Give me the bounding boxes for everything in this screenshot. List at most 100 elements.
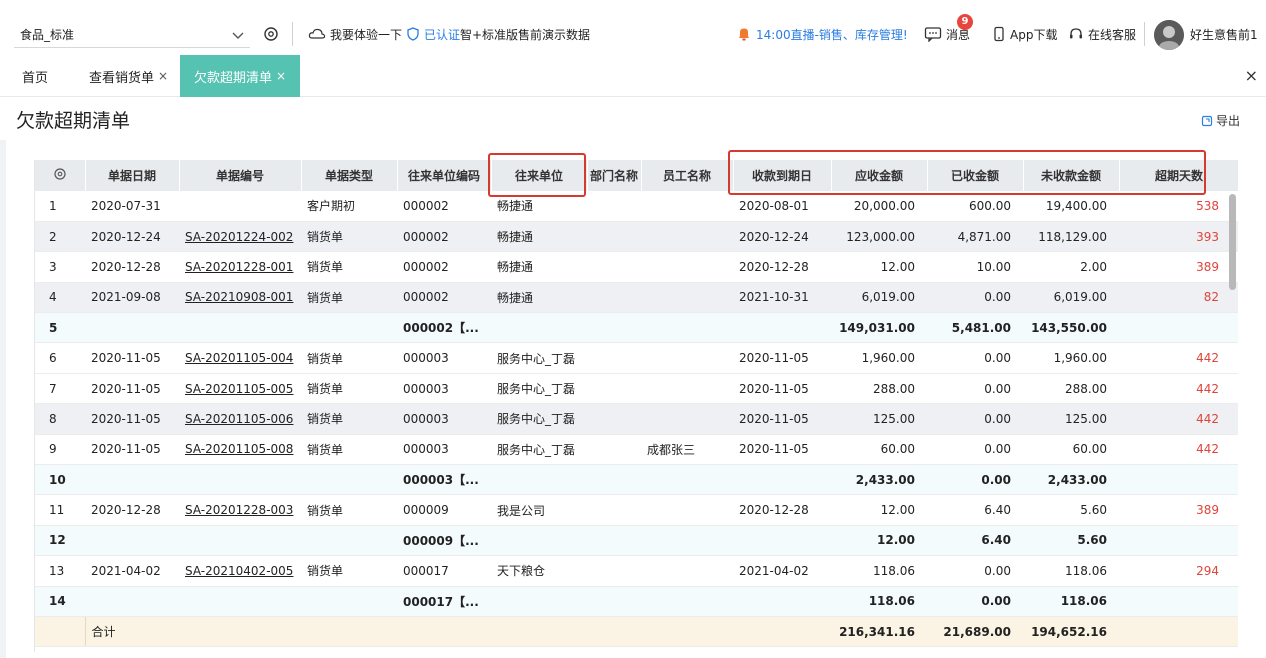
col-emp[interactable]: 员工名称	[641, 160, 734, 191]
tab-label: 首页	[22, 70, 49, 86]
live-notice[interactable]: 14:00直播-销售、库存管理!	[736, 24, 908, 44]
cell-received: 4,871.00	[927, 221, 1023, 253]
table-row[interactable]: 7 2020-11-05 SA-20201105-005 销货单 000003 服务中心_…	[35, 373, 1238, 405]
cell-code[interactable]: SA-20201228-003	[179, 494, 301, 526]
cell-due: 2021-10-31	[733, 282, 831, 314]
cell-due: 2020-11-05	[733, 342, 831, 374]
cell-code[interactable]: SA-20201228-001	[179, 251, 301, 283]
cell-type	[301, 525, 397, 557]
cell-due	[733, 312, 831, 344]
cell-unreceived: 118.06	[1023, 586, 1119, 617]
table-row[interactable]: 8 2020-11-05 SA-20201105-006 销货单 000003 服务中心_…	[35, 403, 1238, 435]
subtotal-row[interactable]: 14 000017【... 118.06 0.00 118.06	[35, 586, 1238, 617]
export-button[interactable]: 导出	[1201, 112, 1240, 129]
subtotal-row[interactable]: 5 000002【... 149,031.00 5,481.00 143,550.00	[35, 312, 1238, 344]
close-all-tabs-icon[interactable]: ×	[1245, 66, 1258, 85]
table-row[interactable]: 6 2020-11-05 SA-20201105-004 销货单 000003 服务中心_…	[35, 342, 1238, 374]
table-row[interactable]: 4 2021-09-08 SA-20210908-001 销货单 000002 畅捷通 20…	[35, 282, 1238, 314]
cell-unreceived: 60.00	[1023, 434, 1119, 466]
cell-type: 销货单	[301, 403, 397, 435]
avatar[interactable]	[1154, 20, 1184, 50]
cell-days: 442	[1119, 403, 1238, 435]
cell-emp	[641, 494, 733, 526]
cell-code[interactable]: SA-20201105-006	[179, 403, 301, 435]
row-number: 13	[35, 555, 85, 587]
trial-label: 我要体验一下	[330, 27, 403, 42]
cell-unreceived: 118.06	[1023, 555, 1119, 587]
cloud-icon	[308, 28, 326, 39]
cell-unit-code: 000003	[397, 342, 491, 374]
column-settings-icon[interactable]	[35, 160, 86, 191]
settings-icon[interactable]	[262, 24, 284, 44]
cell-receivable: 123,000.00	[831, 221, 927, 253]
cell-received: 6.40	[927, 525, 1023, 557]
cell-unreceived: 143,550.00	[1023, 312, 1119, 344]
subtotal-row[interactable]: 10 000003【... 2,433.00 0.00 2,433.00	[35, 464, 1238, 496]
cell-emp	[641, 403, 733, 435]
close-icon[interactable]: ×	[158, 69, 168, 83]
table-row[interactable]: 1 2020-07-31 客户期初 000002 畅捷通 2020-08-01 20,000…	[35, 191, 1238, 222]
cell-dept	[587, 373, 641, 405]
col-due[interactable]: 收款到期日	[733, 160, 832, 191]
store-selector[interactable]: 食品_标准	[14, 22, 250, 48]
col-code[interactable]: 单据编号	[179, 160, 302, 191]
cell-date: 2021-04-02	[85, 555, 179, 587]
row-number: 10	[35, 464, 85, 496]
cell-code[interactable]: SA-20210402-005	[179, 555, 301, 587]
col-unit[interactable]: 往来单位	[491, 160, 588, 191]
online-service-button[interactable]: 在线客服	[1068, 24, 1136, 44]
col-received[interactable]: 已收金额	[927, 160, 1024, 191]
tab-home[interactable]: 首页	[22, 55, 48, 97]
table-row[interactable]: 11 2020-12-28 SA-20201228-003 销货单 000009 我是公司…	[35, 494, 1238, 526]
cell-date: 2020-12-24	[85, 221, 179, 253]
row-number: 3	[35, 251, 85, 283]
cell-receivable: 20,000.00	[831, 191, 927, 222]
cell-days	[1119, 586, 1238, 617]
col-unit-code[interactable]: 往来单位编码	[397, 160, 492, 191]
online-service-label: 在线客服	[1088, 27, 1137, 42]
cell-received: 600.00	[927, 191, 1023, 222]
table-row[interactable]: 9 2020-11-05 SA-20201105-008 销货单 000003 服务中心_…	[35, 434, 1238, 466]
table-row[interactable]: 3 2020-12-28 SA-20201228-001 销货单 000002 畅捷通 20…	[35, 251, 1238, 283]
tab-overdue-list[interactable]: 欠款超期清单 ×	[180, 55, 301, 97]
cell-code[interactable]: SA-20201105-005	[179, 373, 301, 405]
close-icon[interactable]: ×	[276, 69, 286, 83]
total-received: 21,689.00	[927, 616, 1023, 648]
cell-code[interactable]: SA-20201224-002	[179, 221, 301, 253]
cell-unit-code: 000002	[397, 251, 491, 283]
col-dept[interactable]: 部门名称	[587, 160, 642, 191]
cell-received: 5,481.00	[927, 312, 1023, 344]
cell-type: 销货单	[301, 373, 397, 405]
trial-button[interactable]: 我要体验一下	[308, 24, 402, 44]
total-spacer	[35, 616, 86, 648]
col-type[interactable]: 单据类型	[301, 160, 398, 191]
col-date[interactable]: 单据日期	[85, 160, 180, 191]
table-row[interactable]: 2 2020-12-24 SA-20201224-002 销货单 000002 畅捷通 20…	[35, 221, 1238, 253]
export-label: 导出	[1215, 114, 1240, 128]
cell-code[interactable]: SA-20210908-001	[179, 282, 301, 314]
app-download-label: App下载	[1010, 27, 1058, 42]
tab-sales-view[interactable]: 查看销货单 ×	[89, 55, 168, 97]
col-overdue-days[interactable]: 超期天数	[1119, 160, 1238, 191]
total-row: 合计 216,341.16 21,689.00 194,652.16	[35, 616, 1238, 648]
cell-days	[1119, 464, 1238, 496]
cell-code[interactable]: SA-20201105-004	[179, 342, 301, 374]
col-receivable[interactable]: 应收金额	[831, 160, 928, 191]
row-number: 6	[35, 342, 85, 374]
app-download-button[interactable]: App下载	[992, 24, 1057, 44]
cell-unreceived: 288.00	[1023, 373, 1119, 405]
user-name[interactable]: 好生意售前1	[1190, 24, 1258, 44]
table-row[interactable]: 13 2021-04-02 SA-20210402-005 销货单 000017 天下粮仓…	[35, 555, 1238, 587]
cell-unit-code: 000002	[397, 191, 491, 222]
cell-dept	[587, 434, 641, 466]
subtotal-row[interactable]: 12 000009【... 12.00 6.40 5.60	[35, 525, 1238, 557]
cell-code[interactable]: SA-20201105-008	[179, 434, 301, 466]
cell-unreceived: 19,400.00	[1023, 191, 1119, 222]
cell-unit-code: 000002【...	[397, 312, 491, 344]
cell-days: 393	[1119, 221, 1238, 253]
certified-badge[interactable]: 已认证	[406, 24, 460, 44]
vertical-scrollbar[interactable]	[1229, 194, 1236, 290]
cell-emp	[641, 221, 733, 253]
cell-date: 2020-07-31	[85, 191, 179, 222]
col-unreceived[interactable]: 未收款金额	[1023, 160, 1120, 191]
